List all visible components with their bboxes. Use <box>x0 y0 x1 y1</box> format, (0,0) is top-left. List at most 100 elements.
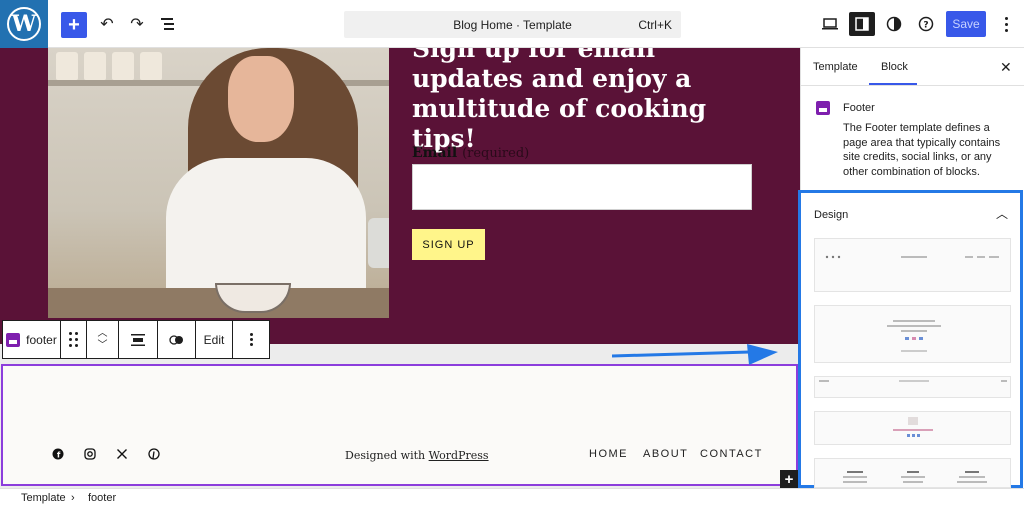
cooking-woman-image[interactable] <box>48 48 389 318</box>
document-overview-button[interactable] <box>156 12 182 36</box>
footer-nav-home[interactable]: HOME <box>589 448 628 460</box>
align-button[interactable] <box>119 321 158 358</box>
sign-up-button[interactable]: SIGN UP <box>412 229 485 260</box>
contrast-icon <box>886 16 902 32</box>
chevron-up-icon[interactable]: ︿ <box>98 328 108 339</box>
chevron-up-icon[interactable]: ︿ <box>996 205 1008 222</box>
tab-template[interactable]: Template <box>813 61 858 73</box>
edit-button[interactable]: Edit <box>196 321 233 358</box>
annotation-arrow <box>612 344 778 365</box>
dot <box>69 344 72 347</box>
design-panel-title[interactable]: Design <box>814 209 848 221</box>
pattern-preview <box>819 380 1007 382</box>
x-icon[interactable] <box>114 446 130 462</box>
footer-nav-about[interactable]: ABOUT <box>643 448 688 460</box>
block-options-button[interactable] <box>233 321 269 358</box>
add-block-button[interactable]: + <box>780 470 798 488</box>
breadcrumb-item-template[interactable]: Template <box>21 492 66 504</box>
redo-button[interactable]: ↷ <box>124 12 150 36</box>
command-shortcut: Ctrl+K <box>638 18 672 32</box>
jar-shape <box>84 52 106 80</box>
wordpress-logo-button[interactable]: W <box>0 0 48 48</box>
chevron-down-icon[interactable]: ﹀ <box>98 340 108 351</box>
email-label: Email (required) <box>412 145 529 161</box>
help-icon: ? <box>918 16 934 32</box>
pinterest-glyph <box>148 448 160 460</box>
close-icon[interactable]: ✕ <box>1000 59 1012 76</box>
design-panel: Design ︿ <box>798 190 1023 488</box>
settings-sidebar-toggle[interactable] <box>849 12 875 36</box>
active-tab-indicator <box>869 83 917 85</box>
pinterest-icon[interactable] <box>146 446 162 462</box>
dot <box>249 333 253 336</box>
dot <box>1004 16 1008 20</box>
undo-button[interactable]: ↶ <box>94 12 120 36</box>
footer-pattern-option[interactable] <box>814 238 1011 292</box>
instagram-glyph <box>84 448 96 460</box>
overlay-button[interactable] <box>158 321 196 358</box>
footer-template-part[interactable]: f Designed with WordPress HOME ABOUT CON… <box>1 364 798 486</box>
newsletter-heading[interactable]: Sign up for email updates and enjoy a mu… <box>412 48 772 154</box>
block-name: footer <box>26 332 57 347</box>
dot <box>75 332 78 335</box>
dot <box>249 343 253 346</box>
required-note: (required) <box>462 146 530 161</box>
dot <box>1004 22 1008 26</box>
dot <box>75 344 78 347</box>
move-controls[interactable]: ︿ ﹀ <box>87 321 119 358</box>
site-editor: W + ↶ ↷ Blog Home · Template Ctrl+K ? Sa… <box>0 0 1024 507</box>
redo-icon: ↷ <box>130 16 144 33</box>
dot <box>249 338 253 341</box>
editor-canvas: Sign up for email updates and enjoy a mu… <box>0 48 800 488</box>
command-palette-bar[interactable]: Blog Home · Template Ctrl+K <box>344 11 681 38</box>
settings-sidebar: Template Block ✕ Footer The Footer templ… <box>798 48 1024 488</box>
newsletter-section[interactable]: Sign up for email updates and enjoy a mu… <box>0 48 800 344</box>
wordpress-link[interactable]: WordPress <box>429 449 489 462</box>
footer-pattern-option[interactable] <box>814 411 1011 445</box>
pattern-preview <box>843 471 987 483</box>
block-card-description: The Footer template defines a page area … <box>843 122 1001 178</box>
styles-button[interactable] <box>881 12 907 36</box>
instagram-icon[interactable] <box>82 446 98 462</box>
block-toolbar: footer ︿ ﹀ Edit <box>2 320 270 359</box>
undo-icon: ↶ <box>100 16 114 33</box>
block-switcher[interactable]: footer <box>3 321 61 358</box>
footer-block-icon <box>6 332 21 347</box>
dot <box>75 338 78 341</box>
footer-pattern-option[interactable] <box>814 458 1011 488</box>
footer-pattern-option[interactable] <box>814 376 1011 398</box>
desktop-icon <box>822 18 838 30</box>
facebook-glyph: f <box>52 448 64 460</box>
dot <box>69 332 72 335</box>
face-shape <box>228 56 294 142</box>
breadcrumb-item-footer[interactable]: footer <box>88 492 116 504</box>
wordpress-icon: W <box>7 7 41 41</box>
view-button[interactable] <box>817 12 843 36</box>
save-button[interactable]: Save <box>946 11 986 37</box>
email-label-text: Email <box>412 145 458 161</box>
drag-handle[interactable] <box>61 321 87 358</box>
options-menu-button[interactable] <box>997 12 1015 36</box>
help-button[interactable]: ? <box>913 12 939 36</box>
footer-pattern-option[interactable] <box>814 305 1011 363</box>
footer-block-icon <box>816 101 830 115</box>
facebook-icon[interactable]: f <box>50 446 66 462</box>
plus-icon: + <box>68 13 80 36</box>
breadcrumb: Template › footer <box>0 488 1024 507</box>
block-card: Footer The Footer template defines a pag… <box>801 87 1024 183</box>
email-field[interactable] <box>412 164 752 210</box>
jar-shape <box>112 52 134 80</box>
footer-nav-contact[interactable]: CONTACT <box>700 448 763 460</box>
chevron-right-icon: › <box>71 492 75 504</box>
dot <box>69 338 72 341</box>
tab-block[interactable]: Block <box>881 61 908 73</box>
site-credit: Designed with WordPress <box>345 449 489 462</box>
list-view-icon <box>161 18 174 30</box>
drag-handle-icon <box>69 332 78 347</box>
jar-shape <box>56 52 78 80</box>
pattern-preview <box>887 320 941 352</box>
block-inserter-button[interactable]: + <box>61 12 87 38</box>
x-glyph <box>117 449 127 459</box>
sidebar-icon <box>855 17 869 31</box>
svg-text:?: ? <box>923 21 928 31</box>
